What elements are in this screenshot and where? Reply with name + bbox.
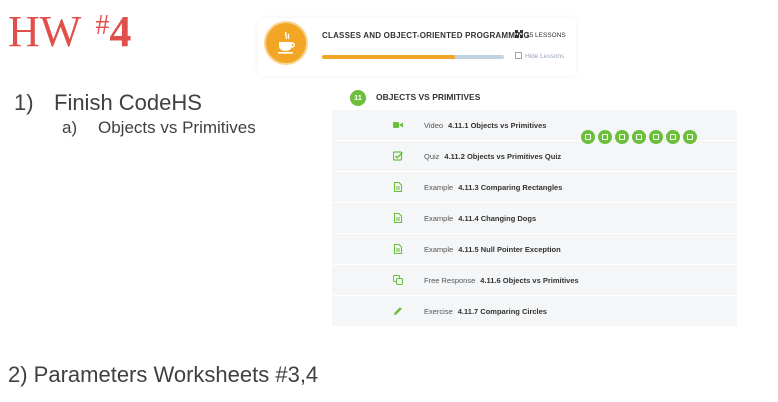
lesson-count-label: 15 LESSONS [526,32,566,39]
course-progress-fill [322,55,455,59]
activity-name: 4.11.1 Objects vs Primitives [448,121,547,130]
hide-lessons-link[interactable]: Hide Lessons [515,52,564,60]
slide-title: HW #4 [8,10,131,54]
lesson-status-icons [581,130,700,148]
lesson-count: 15 LESSONS [515,30,566,39]
pencil-icon[interactable] [683,130,697,144]
activity-row[interactable]: Example 4.11.5 Null Pointer Exception [332,234,737,265]
pencil-icon [394,307,402,315]
bullet-number: 1) [14,90,34,115]
activity-row[interactable]: Example 4.11.3 Comparing Rectangles [332,172,737,203]
activity-type-label: Free Response 4.11.6 Objects vs Primitive… [424,276,579,285]
document-icon [393,182,403,192]
activity-type-label: Video 4.11.1 Objects vs Primitives [424,121,547,130]
activity-type-label: Example 4.11.4 Changing Dogs [424,214,537,223]
free-response-icon [393,275,403,285]
activity-type-label: Example 4.11.5 Null Pointer Exception [424,245,561,254]
activity-name: 4.11.5 Null Pointer Exception [458,245,561,254]
video-icon[interactable] [581,130,595,144]
sub-bullet-objects-vs-primitives: a) Objects vs Primitives [62,118,256,138]
bullet-text: Finish CodeHS [54,90,202,115]
document-icon[interactable] [649,130,663,144]
sub-bullet-letter: a) [62,118,78,137]
course-card[interactable] [258,18,576,76]
grid-icon [515,30,523,38]
activity-name: 4.11.3 Comparing Rectangles [458,183,563,192]
activity-type-label: Quiz 4.11.2 Objects vs Primitives Quiz [424,152,562,161]
sub-bullet-text: Objects vs Primitives [98,118,256,137]
activity-type-label: Example 4.11.3 Comparing Rectangles [424,183,563,192]
title-hw: HW [8,7,82,56]
document-icon[interactable] [632,130,646,144]
free-response-icon[interactable] [666,130,680,144]
hide-lessons-label: Hide Lessons [525,53,565,60]
activity-row[interactable]: Exercise 4.11.7 Comparing Circles [332,296,737,327]
activity-name: 4.11.2 Objects vs Primitives Quiz [444,152,562,161]
lesson-title[interactable]: OBJECTS VS PRIMITIVES [376,92,480,102]
activity-name: 4.11.6 Objects vs Primitives [480,276,579,285]
activity-row[interactable]: Example 4.11.4 Changing Dogs [332,203,737,234]
document-icon [393,213,403,223]
activity-type-label: Exercise 4.11.7 Comparing Circles [424,307,547,316]
bullet-parameters-worksheets: 2) Parameters Worksheets #3,4 [8,362,319,387]
video-icon [393,122,403,128]
document-icon[interactable] [615,130,629,144]
quiz-check-icon [393,151,403,161]
course-progress-bar [322,55,504,59]
activity-name: 4.11.4 Changing Dogs [458,214,537,223]
hide-lessons-icon [515,52,522,59]
java-badge [266,23,306,63]
bullet-finish-codehs: 1) Finish CodeHS [14,90,202,116]
quiz-check-icon[interactable] [598,130,612,144]
document-icon [393,244,403,254]
java-coffee-icon [278,31,295,54]
title-number: 4 [109,7,132,56]
lesson-number-badge: 11 [350,90,366,106]
activity-row[interactable]: Free Response 4.11.6 Objects vs Primitive… [332,265,737,296]
course-title: CLASSES AND OBJECT-ORIENTED PROGRAMMING [322,31,530,40]
activity-name: 4.11.7 Comparing Circles [457,307,547,316]
title-hash: # [95,10,110,41]
